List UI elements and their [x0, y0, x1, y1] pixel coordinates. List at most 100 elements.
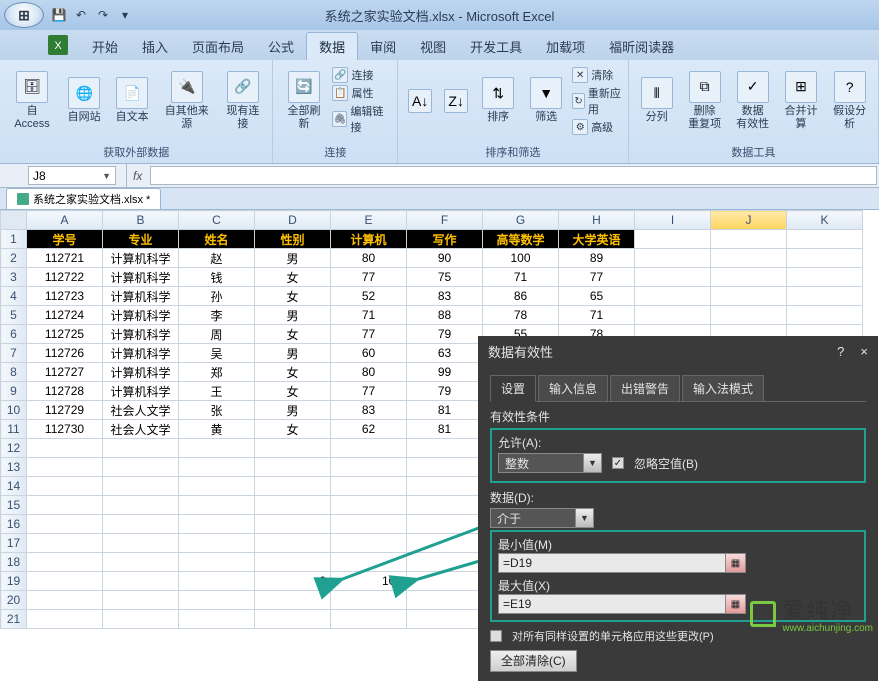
cell[interactable]: 75 [407, 268, 483, 287]
dlg-tab-error[interactable]: 出错警告 [610, 375, 680, 401]
connections-button[interactable]: 🔗连接 [332, 67, 391, 83]
cell[interactable] [787, 249, 863, 268]
cell[interactable]: 83 [407, 287, 483, 306]
row-header[interactable]: 16 [1, 515, 27, 534]
cell[interactable]: 112726 [27, 344, 103, 363]
col-header[interactable]: A [27, 211, 103, 230]
cell[interactable]: 男 [255, 306, 331, 325]
cell[interactable]: 89 [559, 249, 635, 268]
cell[interactable] [27, 591, 103, 610]
cell[interactable] [179, 458, 255, 477]
tab-addins[interactable]: 加载项 [534, 33, 597, 60]
save-icon[interactable]: 💾 [50, 6, 68, 24]
col-header[interactable]: G [483, 211, 559, 230]
cell[interactable]: 112724 [27, 306, 103, 325]
apply-all-checkbox[interactable] [490, 630, 502, 642]
cell[interactable]: 77 [331, 382, 407, 401]
tab-pagelayout[interactable]: 页面布局 [180, 33, 256, 60]
cell[interactable]: 79 [407, 325, 483, 344]
clear-filter-button[interactable]: ✕清除 [572, 67, 621, 83]
cell[interactable] [103, 553, 179, 572]
workbook-tab[interactable]: 系统之家实验文档.xlsx * [6, 188, 161, 209]
cell[interactable] [103, 534, 179, 553]
advanced-button[interactable]: ⚙高级 [572, 119, 621, 135]
cell[interactable] [255, 477, 331, 496]
cell[interactable] [103, 477, 179, 496]
cell[interactable]: 女 [255, 363, 331, 382]
sort-desc-button[interactable]: Z↓ [440, 87, 472, 115]
formula-input[interactable] [150, 166, 877, 185]
cell[interactable] [103, 458, 179, 477]
cell[interactable]: 吴 [179, 344, 255, 363]
cell[interactable]: 100 [331, 572, 407, 591]
dialog-close-icon[interactable]: × [860, 344, 868, 359]
cell[interactable] [255, 458, 331, 477]
cell[interactable]: 0 [255, 572, 331, 591]
cell[interactable]: 郑 [179, 363, 255, 382]
text-to-columns-button[interactable]: ⫴分列 [635, 75, 679, 126]
row-header[interactable]: 10 [1, 401, 27, 420]
cell[interactable]: 77 [331, 325, 407, 344]
cell[interactable]: 计算机科学 [103, 249, 179, 268]
cell[interactable] [331, 610, 407, 629]
cell[interactable] [27, 477, 103, 496]
cell[interactable]: 80 [331, 249, 407, 268]
tab-review[interactable]: 审阅 [358, 33, 408, 60]
range-picker-icon[interactable]: ▦ [725, 595, 745, 613]
cell[interactable]: 男 [255, 249, 331, 268]
cell[interactable]: 78 [483, 306, 559, 325]
cell[interactable] [27, 515, 103, 534]
from-other-button[interactable]: 🔌自其他来源 [158, 69, 215, 133]
row-header[interactable]: 6 [1, 325, 27, 344]
cell[interactable] [331, 439, 407, 458]
redo-icon[interactable]: ↷ [94, 6, 112, 24]
row-header[interactable]: 4 [1, 287, 27, 306]
cell[interactable]: 71 [483, 268, 559, 287]
col-header[interactable]: F [407, 211, 483, 230]
cell[interactable] [27, 572, 103, 591]
cell[interactable] [179, 534, 255, 553]
row-header[interactable]: 2 [1, 249, 27, 268]
cell[interactable]: 孙 [179, 287, 255, 306]
cell[interactable] [27, 553, 103, 572]
cell[interactable] [635, 268, 711, 287]
cell[interactable] [787, 230, 863, 249]
cell[interactable] [27, 610, 103, 629]
existing-conn-button[interactable]: 🔗现有连接 [219, 69, 266, 133]
cell[interactable]: 计算机科学 [103, 306, 179, 325]
row-header[interactable]: 15 [1, 496, 27, 515]
cell[interactable] [407, 515, 483, 534]
cell[interactable] [179, 515, 255, 534]
data-header-cell[interactable]: 学号 [27, 230, 103, 249]
col-header[interactable]: E [331, 211, 407, 230]
cell[interactable] [407, 439, 483, 458]
cell[interactable]: 女 [255, 382, 331, 401]
data-header-cell[interactable]: 专业 [103, 230, 179, 249]
cell[interactable] [255, 515, 331, 534]
filter-button[interactable]: ▼筛选 [524, 75, 568, 126]
row-header[interactable]: 19 [1, 572, 27, 591]
cell[interactable]: 83 [331, 401, 407, 420]
cell[interactable] [331, 515, 407, 534]
ignore-blank-checkbox[interactable]: ✓ [612, 457, 624, 469]
cell[interactable]: 90 [407, 249, 483, 268]
tab-data[interactable]: 数据 [306, 32, 358, 60]
cell[interactable]: 李 [179, 306, 255, 325]
cell[interactable]: 张 [179, 401, 255, 420]
col-header[interactable]: C [179, 211, 255, 230]
tab-foxit[interactable]: 福昕阅读器 [597, 33, 686, 60]
cell[interactable] [27, 458, 103, 477]
cell[interactable] [407, 591, 483, 610]
cell[interactable] [179, 572, 255, 591]
from-access-button[interactable]: 🗄自 Access [6, 69, 58, 133]
row-header[interactable]: 7 [1, 344, 27, 363]
edit-links-button[interactable]: 🖇编辑链接 [332, 103, 391, 135]
cell[interactable] [255, 591, 331, 610]
cell[interactable]: 88 [407, 306, 483, 325]
cell[interactable] [407, 610, 483, 629]
cell[interactable]: 女 [255, 268, 331, 287]
cell[interactable]: 81 [407, 420, 483, 439]
cell[interactable]: 79 [407, 382, 483, 401]
cell[interactable]: 65 [559, 287, 635, 306]
cell[interactable]: 62 [331, 420, 407, 439]
